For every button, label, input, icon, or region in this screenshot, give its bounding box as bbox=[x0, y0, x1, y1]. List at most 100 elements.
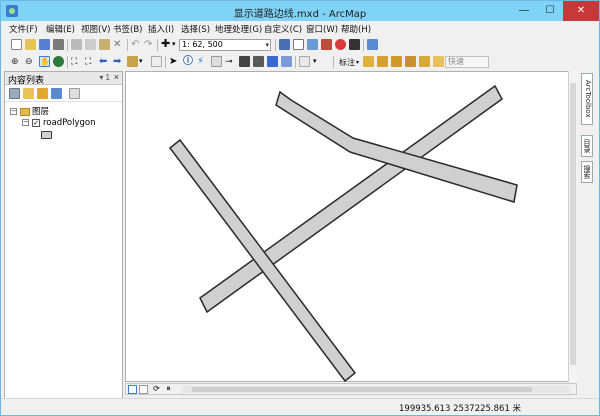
save-icon[interactable] bbox=[39, 39, 50, 50]
map-vertical-scrollbar[interactable] bbox=[568, 71, 577, 382]
print-icon[interactable] bbox=[53, 39, 64, 50]
vertical-scroll-thumb[interactable] bbox=[570, 83, 576, 365]
toc-close-icon[interactable]: × bbox=[114, 72, 119, 82]
time-slider-icon[interactable] bbox=[281, 56, 292, 67]
measure-icon[interactable]: ⊸ bbox=[225, 56, 236, 67]
pin-icon[interactable]: ▾ 1 bbox=[99, 73, 110, 82]
minimize-button[interactable]: — bbox=[511, 1, 537, 21]
pause-labeling-icon[interactable] bbox=[419, 56, 430, 67]
undo-icon[interactable]: ↶ bbox=[131, 39, 142, 50]
add-data-icon[interactable]: ✚ bbox=[161, 39, 172, 50]
close-button[interactable]: ✕ bbox=[563, 1, 599, 21]
select-features-icon[interactable] bbox=[127, 56, 138, 67]
table-of-contents-icon[interactable] bbox=[293, 39, 304, 50]
pause-drawing-icon[interactable]: ⏸ bbox=[164, 385, 173, 394]
open-folder-icon[interactable] bbox=[25, 39, 36, 50]
hyperlink-icon[interactable]: ⚡ bbox=[197, 56, 208, 67]
go-to-xy-icon[interactable] bbox=[267, 56, 278, 67]
arctoolbox-tab[interactable]: ArcToolbox bbox=[581, 73, 593, 125]
python-window-icon[interactable] bbox=[349, 39, 360, 50]
refresh-icon[interactable]: ⟳ bbox=[152, 385, 161, 394]
collapse-icon[interactable]: − bbox=[10, 108, 17, 115]
editor-toolbar-icon[interactable] bbox=[279, 39, 290, 50]
html-popup-icon[interactable] bbox=[211, 56, 222, 67]
find-binoculars-icon[interactable] bbox=[239, 56, 250, 67]
label-manager-icon[interactable] bbox=[363, 56, 374, 67]
catalog-tab[interactable]: 目录 bbox=[581, 135, 593, 157]
map-scale-input[interactable]: 1: 62, 500 ▾ bbox=[179, 39, 271, 51]
labeling-menu[interactable]: 标注 bbox=[339, 57, 355, 68]
forward-extent-icon[interactable]: ➡ bbox=[113, 56, 124, 67]
labeling-dropdown-icon[interactable]: ▾ bbox=[356, 59, 359, 66]
data-view-icon[interactable] bbox=[128, 385, 137, 394]
new-document-icon[interactable] bbox=[11, 39, 22, 50]
label-weight-icon[interactable] bbox=[391, 56, 402, 67]
copy-icon[interactable] bbox=[85, 39, 96, 50]
toc-options-icon[interactable] bbox=[69, 88, 80, 99]
model-builder-icon[interactable] bbox=[367, 39, 378, 50]
menu-file[interactable]: 文件(F) bbox=[9, 23, 38, 35]
tools-toolbar: ⊕ ⊖ ✋ ⛶ ⛶ ⬅ ➡ ▾ ➤ ⓘ ⚡ ⊸ ▾ 标注 ▾ 快速 bbox=[1, 54, 599, 70]
window-title: 显示道路边线.mxd - ArcMap bbox=[233, 9, 367, 20]
road-polygon-diagonal[interactable] bbox=[199, 84, 503, 314]
delete-icon[interactable]: ✕ bbox=[113, 39, 124, 50]
fixed-zoom-out-icon[interactable]: ⛶ bbox=[85, 56, 96, 67]
zoom-out-icon[interactable]: ⊖ bbox=[25, 56, 36, 67]
zoom-in-icon[interactable]: ⊕ bbox=[11, 56, 22, 67]
map-canvas[interactable] bbox=[126, 72, 578, 383]
label-priority-icon[interactable] bbox=[377, 56, 388, 67]
clear-selection-icon[interactable] bbox=[151, 56, 162, 67]
lock-labels-icon[interactable] bbox=[405, 56, 416, 67]
menu-windows[interactable]: 窗口(W) bbox=[306, 23, 338, 35]
map-bottom-bar: ⟳ ⏸ bbox=[125, 383, 577, 395]
collapse-icon[interactable]: − bbox=[22, 119, 29, 126]
road-polygon-crossing[interactable] bbox=[168, 138, 357, 383]
layer-row-roadpolygon[interactable]: − ✓ roadPolygon bbox=[22, 118, 96, 128]
cut-icon[interactable] bbox=[71, 39, 82, 50]
list-by-visibility-icon[interactable] bbox=[37, 88, 48, 99]
menu-customize[interactable]: 自定义(C) bbox=[264, 23, 302, 35]
fixed-zoom-in-icon[interactable]: ⛶ bbox=[71, 56, 82, 67]
select-dropdown-icon[interactable]: ▾ bbox=[139, 56, 150, 67]
map-horizontal-scrollbar[interactable] bbox=[182, 386, 570, 393]
status-bar: 199935.613 2537225.861 米 bbox=[1, 398, 599, 415]
label-quality-select[interactable]: 快速 bbox=[445, 56, 489, 68]
menu-geoprocessing[interactable]: 地理处理(G) bbox=[215, 23, 262, 35]
select-elements-icon[interactable]: ➤ bbox=[169, 56, 180, 67]
title-bar: 显示道路边线.mxd - ArcMap — ☐ ✕ bbox=[1, 1, 599, 21]
pan-hand-icon[interactable]: ✋ bbox=[39, 56, 50, 67]
search-tab[interactable]: 搜索 bbox=[581, 161, 593, 183]
list-by-source-icon[interactable] bbox=[23, 88, 34, 99]
toolbar-options-icon[interactable]: ▾ bbox=[313, 56, 324, 67]
arcmap-window: 显示道路边线.mxd - ArcMap — ☐ ✕ 文件(F) 编辑(E) 视图… bbox=[0, 0, 600, 416]
menu-insert[interactable]: 插入(I) bbox=[148, 23, 174, 35]
back-extent-icon[interactable]: ⬅ bbox=[99, 56, 110, 67]
arctoolbox-icon[interactable] bbox=[335, 39, 346, 50]
list-by-selection-icon[interactable] bbox=[51, 88, 62, 99]
map-view[interactable] bbox=[125, 71, 578, 383]
search-window-icon[interactable] bbox=[321, 39, 332, 50]
menu-help[interactable]: 帮助(H) bbox=[341, 23, 371, 35]
layers-icon bbox=[20, 107, 30, 116]
find-route-icon[interactable] bbox=[253, 56, 264, 67]
layout-view-icon[interactable] bbox=[139, 385, 148, 394]
menu-bookmarks[interactable]: 书签(B) bbox=[113, 23, 142, 35]
catalog-icon[interactable] bbox=[307, 39, 318, 50]
maximize-button[interactable]: ☐ bbox=[537, 1, 563, 21]
horizontal-scroll-thumb[interactable] bbox=[192, 387, 532, 392]
cursor-coordinates: 199935.613 2537225.861 米 bbox=[399, 404, 522, 414]
layer-visibility-checkbox[interactable]: ✓ bbox=[32, 118, 40, 127]
chevron-down-icon[interactable]: ▾ bbox=[265, 40, 269, 50]
view-unplaced-labels-icon[interactable] bbox=[433, 56, 444, 67]
create-viewer-icon[interactable] bbox=[299, 56, 310, 67]
layers-group-row[interactable]: − 图层 bbox=[10, 105, 49, 117]
identify-icon[interactable]: ⓘ bbox=[183, 56, 194, 67]
list-by-drawing-order-icon[interactable] bbox=[9, 88, 20, 99]
paste-icon[interactable] bbox=[99, 39, 110, 50]
redo-icon[interactable]: ↷ bbox=[144, 39, 155, 50]
menu-view[interactable]: 视图(V) bbox=[81, 23, 110, 35]
polygon-symbol-swatch[interactable] bbox=[41, 131, 52, 139]
menu-selection[interactable]: 选择(S) bbox=[181, 23, 210, 35]
full-extent-icon[interactable] bbox=[53, 56, 64, 67]
menu-edit[interactable]: 编辑(E) bbox=[46, 23, 75, 35]
